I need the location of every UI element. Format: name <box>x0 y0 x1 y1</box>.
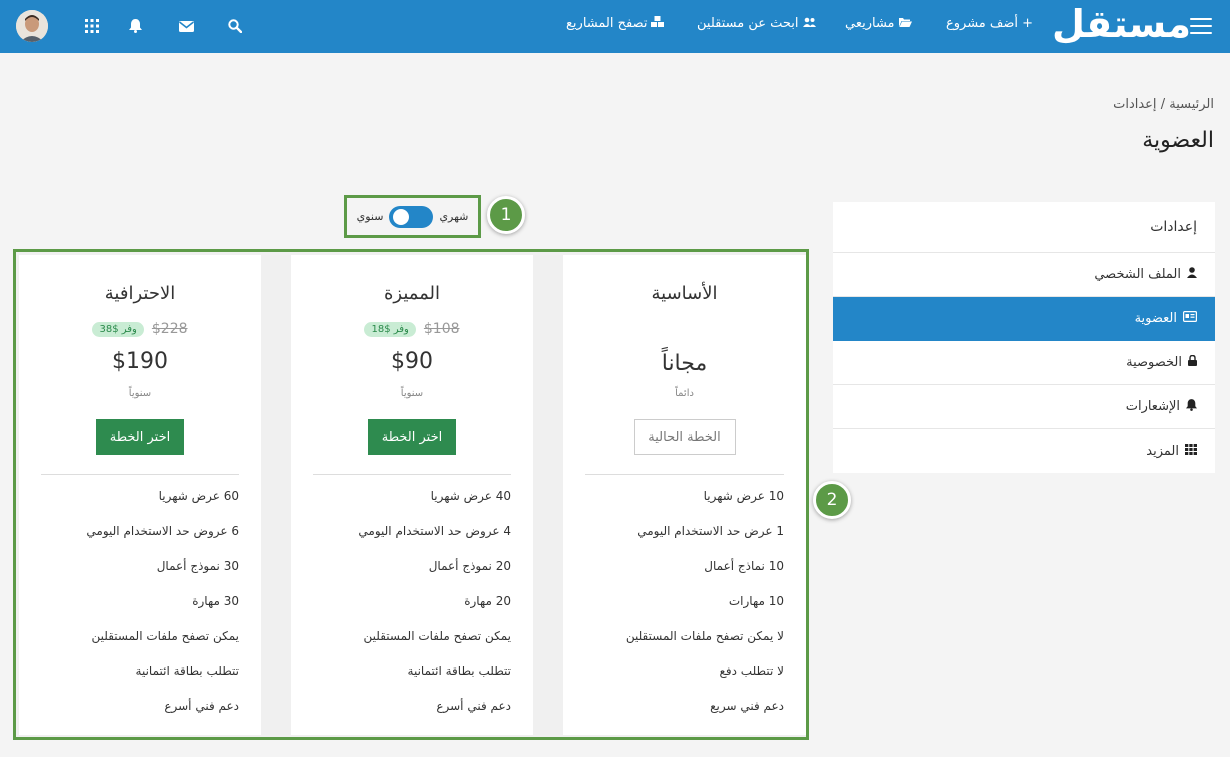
divider <box>585 474 784 475</box>
breadcrumb-separator: / <box>1160 97 1166 112</box>
nav-browse-projects[interactable]: تصفح المشاريع <box>566 16 665 31</box>
sidebar-item-privacy[interactable]: الخصوصية <box>833 341 1215 385</box>
plan-name: الاحترافية <box>104 283 176 304</box>
billing-period-toggle: شهري سنوي <box>344 195 481 238</box>
feature-item: لا يمكن تصفح ملفات المستقلين <box>625 629 784 643</box>
feature-item: 10 عرض شهريا <box>703 489 784 503</box>
feature-item: 4 عروض حد الاستخدام اليومي <box>358 524 511 538</box>
bell-icon[interactable] <box>124 15 146 37</box>
choose-plan-button[interactable]: اختر الخطة <box>368 419 456 455</box>
choose-plan-button[interactable]: اختر الخطة <box>96 419 184 455</box>
feature-item: 40 عرض شهريا <box>430 489 511 503</box>
nav-my-projects-label: مشاريعي <box>845 16 895 31</box>
plan-period: سنوياً <box>128 388 152 399</box>
toggle-yearly-label[interactable]: سنوي <box>357 210 384 223</box>
sidebar-item-label: الخصوصية <box>1126 355 1182 370</box>
sidebar-item-membership[interactable]: العضوية <box>833 297 1215 341</box>
search-icon[interactable] <box>224 15 246 37</box>
divider <box>313 474 511 475</box>
plan-period: دائماً <box>675 388 694 399</box>
sidebar-item-more[interactable]: المزيد <box>833 429 1215 473</box>
top-navbar: تصفح المشاريع ابحث عن مستقلين مشاريعي + … <box>0 0 1230 53</box>
sidebar-item-label: المزيد <box>1146 443 1179 459</box>
feature-item: دعم فني أسرع <box>164 699 239 713</box>
plan-card-basic: الأساسية مجاناً دائماً الخطة الحالية 10 … <box>563 255 806 735</box>
plan-card-premium: المميزة $108 وفر $18 $90 سنوياً اختر الخ… <box>291 255 533 735</box>
nav-browse-projects-label: تصفح المشاريع <box>566 16 648 31</box>
feature-item: 30 نموذج أعمال <box>156 559 239 573</box>
divider <box>41 474 239 475</box>
sidebar-header: إعدادات <box>833 202 1215 253</box>
feature-item: 30 مهارة <box>192 594 239 608</box>
price-discount-row: $228 وفر $38 <box>19 321 261 337</box>
callout-badge-1: 1 <box>487 196 525 234</box>
site-logo[interactable]: مستقل <box>1052 2 1191 46</box>
old-price: $108 <box>423 321 460 337</box>
feature-item: تتطلب بطاقة ائتمانية <box>135 664 239 678</box>
save-badge: وفر $38 <box>92 321 144 337</box>
envelope-icon[interactable] <box>175 15 197 37</box>
nav-add-project[interactable]: + أضف مشروع <box>946 16 1033 31</box>
grid-icon <box>1185 443 1197 459</box>
plan-card-pro: الاحترافية $228 وفر $38 $190 سنوياً اختر… <box>19 255 261 735</box>
feature-item: يمكن تصفح ملفات المستقلين <box>363 629 511 643</box>
bell-icon <box>1186 398 1197 415</box>
current-plan-button[interactable]: الخطة الحالية <box>633 419 736 455</box>
feature-item: لا تتطلب دفع <box>719 664 785 678</box>
sidebar-item-label: الإشعارات <box>1125 399 1180 414</box>
feature-list: 40 عرض شهريا 4 عروض حد الاستخدام اليومي … <box>301 488 511 733</box>
user-avatar[interactable] <box>16 10 48 42</box>
nav-find-freelancers[interactable]: ابحث عن مستقلين <box>697 16 816 31</box>
nav-my-projects[interactable]: مشاريعي <box>845 16 912 31</box>
plan-name: المميزة <box>383 283 441 304</box>
sidebar-item-notifications[interactable]: الإشعارات <box>833 385 1215 429</box>
feature-item: 20 مهارة <box>464 594 511 608</box>
callout-badge-2: 2 <box>813 481 851 519</box>
price-discount-row: $108 وفر $18 <box>291 321 533 337</box>
billing-switch[interactable] <box>389 205 434 228</box>
sidebar-item-label: الملف الشخصي <box>1094 267 1181 282</box>
feature-item: يمكن تصفح ملفات المستقلين <box>91 629 239 643</box>
feature-item: دعم فني سريع <box>710 699 784 713</box>
sidebar-item-label: العضوية <box>1134 311 1177 326</box>
sidebar-header-label: إعدادات <box>1150 219 1197 235</box>
apps-grid-icon[interactable] <box>81 15 103 37</box>
user-icon <box>1187 267 1197 282</box>
feature-item: 6 عروض حد الاستخدام اليومي <box>86 524 239 538</box>
plans-container: الاحترافية $228 وفر $38 $190 سنوياً اختر… <box>13 249 809 740</box>
cubes-icon <box>651 16 665 31</box>
breadcrumb-current: إعدادات <box>1113 97 1157 112</box>
page-title: العضوية <box>1142 128 1214 153</box>
feature-item: 10 نماذج أعمال <box>704 559 784 573</box>
feature-item: تتطلب بطاقة ائتمانية <box>407 664 511 678</box>
lock-icon <box>1188 354 1197 370</box>
feature-item: 10 مهارات <box>728 594 784 608</box>
breadcrumb-home[interactable]: الرئيسية <box>1169 97 1214 112</box>
feature-list: 10 عرض شهريا 1 عرض حد الاستخدام اليومي 1… <box>573 488 784 733</box>
toggle-monthly-label[interactable]: شهري <box>439 210 468 223</box>
feature-item: 20 نموذج أعمال <box>428 559 511 573</box>
breadcrumb: الرئيسية / إعدادات <box>1113 97 1214 112</box>
plan-price: مجاناً <box>661 351 708 376</box>
hamburger-menu-icon[interactable] <box>1190 16 1212 36</box>
plan-price: $90 <box>391 349 433 374</box>
feature-item: 1 عرض حد الاستخدام اليومي <box>637 524 784 538</box>
plan-price: $190 <box>112 349 168 374</box>
nav-add-project-label: + أضف مشروع <box>946 16 1034 31</box>
plan-name: الأساسية <box>651 283 718 304</box>
feature-list: 60 عرض شهريا 6 عروض حد الاستخدام اليومي … <box>29 488 239 733</box>
users-icon <box>802 16 816 31</box>
settings-sidebar: إعدادات الملف الشخصي العضوية الخصوصية ال… <box>833 202 1215 473</box>
feature-item: 60 عرض شهريا <box>158 489 239 503</box>
save-badge: وفر $18 <box>364 321 416 337</box>
id-card-icon <box>1183 311 1198 326</box>
plan-period: سنوياً <box>400 388 424 399</box>
feature-item: دعم فني أسرع <box>436 699 511 713</box>
sidebar-item-profile[interactable]: الملف الشخصي <box>833 253 1215 297</box>
nav-find-freelancers-label: ابحث عن مستقلين <box>697 16 799 31</box>
old-price: $228 <box>151 321 188 337</box>
folder-open-icon <box>898 16 912 31</box>
switch-knob <box>393 208 410 225</box>
